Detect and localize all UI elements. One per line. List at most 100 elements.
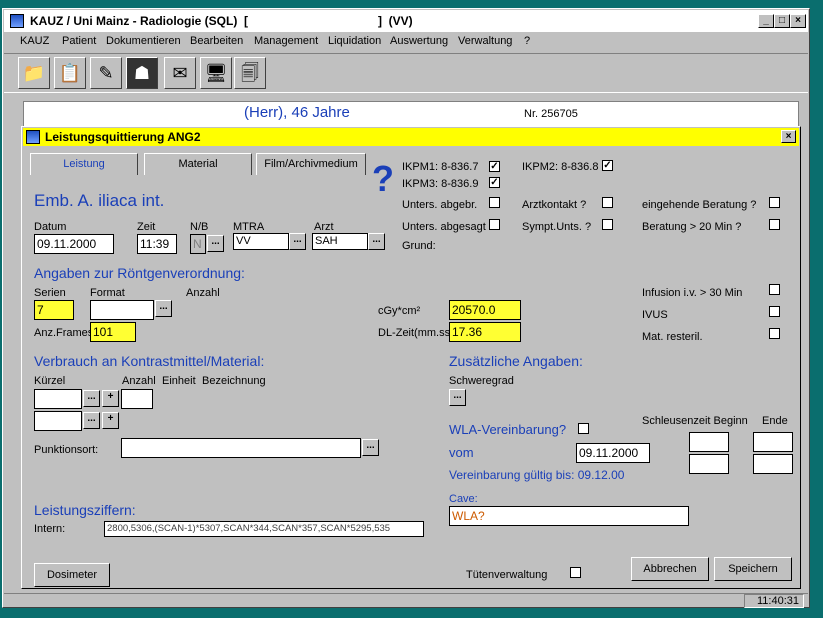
close-button[interactable]: ×: [790, 14, 806, 28]
tab-material[interactable]: Material: [144, 153, 252, 175]
schweregrad-lookup-button[interactable]: ...: [449, 389, 466, 406]
nb-lookup-button[interactable]: ...: [207, 235, 224, 252]
mtra-field[interactable]: VV: [233, 233, 289, 250]
format-lookup-button[interactable]: ...: [155, 300, 172, 317]
mtra-label: MTRA: [233, 221, 265, 233]
schleuse-ende-field-1[interactable]: [753, 432, 793, 452]
kuerzel-lookup-button-2[interactable]: ...: [83, 412, 100, 429]
zeit-field[interactable]: 11:39: [137, 234, 177, 254]
add-material-button-2[interactable]: +: [102, 412, 119, 429]
mtra-lookup-button[interactable]: ...: [289, 233, 306, 250]
nb-label: N/B: [190, 221, 209, 233]
beratung20-checkbox[interactable]: [769, 219, 780, 230]
status-clock: 11:40:31: [744, 594, 804, 608]
serien-label: Serien: [34, 287, 66, 299]
wla-checkbox[interactable]: [578, 423, 589, 434]
datum-field[interactable]: 09.11.2000: [34, 234, 114, 254]
add-material-button-1[interactable]: +: [102, 390, 119, 407]
menu-liquidation[interactable]: Liquidation: [328, 35, 381, 47]
tab-leistung[interactable]: Leistung: [30, 153, 138, 175]
anzahl2-label: Anzahl: [122, 375, 156, 387]
beratung20-label: Beratung > 20 Min ?: [642, 221, 742, 233]
menu-bearbeiten[interactable]: Bearbeiten: [190, 35, 243, 47]
new-folder-icon[interactable]: 📁: [18, 57, 50, 89]
dl-zeit-field[interactable]: 17.36: [449, 322, 521, 342]
tab-film[interactable]: Film/Archivmedium: [256, 153, 366, 175]
patient-info: (Herr), 46 Jahre: [244, 104, 350, 121]
arztkontakt-label: Arztkontakt ?: [522, 199, 587, 211]
ende-label: Ende: [762, 415, 788, 427]
dialog-title: Leistungsquittierung ANG2: [45, 130, 201, 144]
anzahl-field-1[interactable]: [121, 389, 153, 409]
help-icon[interactable]: ?: [372, 161, 394, 197]
kuerzel-lookup-button-1[interactable]: ...: [83, 390, 100, 407]
mat-resteril-label: Mat. resteril.: [642, 331, 703, 343]
menu-management[interactable]: Management: [254, 35, 318, 47]
ivus-checkbox[interactable]: [769, 306, 780, 317]
unters-abgesagt-checkbox[interactable]: [489, 219, 500, 230]
schweregrad-label: Schweregrad: [449, 375, 514, 387]
mat-resteril-checkbox[interactable]: [769, 328, 780, 339]
speichern-button[interactable]: Speichern: [714, 557, 792, 581]
xray-icon[interactable]: ☗: [126, 57, 158, 89]
serien-field[interactable]: 7: [34, 300, 74, 320]
arzt-field[interactable]: SAH: [312, 233, 368, 250]
cgy-field[interactable]: 20570.0: [449, 300, 521, 320]
cave-label: Cave:: [449, 493, 478, 505]
unters-abgebr-label: Unters. abgebr.: [402, 199, 478, 211]
dialog-close-button[interactable]: ×: [781, 130, 796, 143]
menu-dokumentieren[interactable]: Dokumentieren: [106, 35, 181, 47]
arztkontakt-checkbox[interactable]: [602, 197, 613, 208]
wla-label: WLA-Vereinbarung?: [449, 422, 567, 437]
sympt-checkbox[interactable]: [602, 219, 613, 230]
kuerzel-field-2[interactable]: [34, 411, 82, 431]
arzt-lookup-button[interactable]: ...: [368, 233, 385, 250]
documents-icon[interactable]: 🗐: [234, 57, 266, 89]
einheit-label: Einheit: [162, 375, 196, 387]
menu-help[interactable]: ?: [524, 35, 530, 47]
title-bar: KAUZ / Uni Mainz - Radiologie (SQL) [ ] …: [4, 10, 808, 32]
schleusenzeit-label: Schleusenzeit Beginn: [642, 415, 748, 427]
dosimeter-button[interactable]: Dosimeter: [34, 563, 110, 587]
unters-abgebr-checkbox[interactable]: [489, 197, 500, 208]
minimize-button[interactable]: _: [758, 14, 774, 28]
tueten-checkbox[interactable]: [570, 567, 581, 578]
format-field[interactable]: [90, 300, 154, 320]
menu-auswertung[interactable]: Auswertung: [390, 35, 448, 47]
ikpm1-checkbox[interactable]: ✓: [489, 161, 500, 172]
computer-icon[interactable]: 🖥: [200, 57, 232, 89]
window-title: KAUZ / Uni Mainz - Radiologie (SQL) [ ] …: [30, 14, 413, 28]
datum-label: Datum: [34, 221, 67, 233]
cave-field[interactable]: WLA?: [449, 506, 689, 526]
punktionsort-lookup-button[interactable]: ...: [362, 439, 379, 456]
edit-icon[interactable]: ✎: [90, 57, 122, 89]
punktionsort-field[interactable]: [121, 438, 361, 458]
cgy-label: cGy*cm²: [378, 305, 421, 317]
abbrechen-button[interactable]: Abbrechen: [631, 557, 709, 581]
ikpm1-label: IKPM1: 8-836.7: [402, 161, 479, 173]
envelope-icon[interactable]: ✉: [164, 57, 196, 89]
dl-zeit-label: DL-Zeit(mm.ss): [378, 327, 454, 339]
form-icon[interactable]: 📋: [54, 57, 86, 89]
menu-kauz[interactable]: KAUZ: [20, 35, 49, 47]
sympt-label: Sympt.Unts. ?: [522, 221, 592, 233]
kuerzel-field-1[interactable]: [34, 389, 82, 409]
intern-field[interactable]: 2800,5306,(SCAN-1)*5307,SCAN*344,SCAN*35…: [104, 521, 424, 537]
nb-field[interactable]: N: [190, 234, 206, 254]
ikpm3-checkbox[interactable]: ✓: [489, 177, 500, 188]
ikpm2-label: IKPM2: 8-836.8: [522, 161, 599, 173]
menu-patient[interactable]: Patient: [62, 35, 96, 47]
schleuse-beginn-field-2[interactable]: [689, 454, 729, 474]
zusaetzliche-heading: Zusätzliche Angaben:: [449, 353, 583, 369]
infusion-checkbox[interactable]: [769, 284, 780, 295]
maximize-button[interactable]: □: [774, 14, 790, 28]
eingehende-beratung-checkbox[interactable]: [769, 197, 780, 208]
schleuse-ende-field-2[interactable]: [753, 454, 793, 474]
vom-field[interactable]: 09.11.2000: [576, 443, 650, 463]
anz-frames-field[interactable]: 101: [90, 322, 136, 342]
ikpm2-checkbox[interactable]: ✓: [602, 160, 613, 171]
menu-verwaltung[interactable]: Verwaltung: [458, 35, 512, 47]
schleuse-beginn-field-1[interactable]: [689, 432, 729, 452]
status-bar: 11:40:31: [4, 593, 808, 608]
zeit-label: Zeit: [137, 221, 156, 233]
